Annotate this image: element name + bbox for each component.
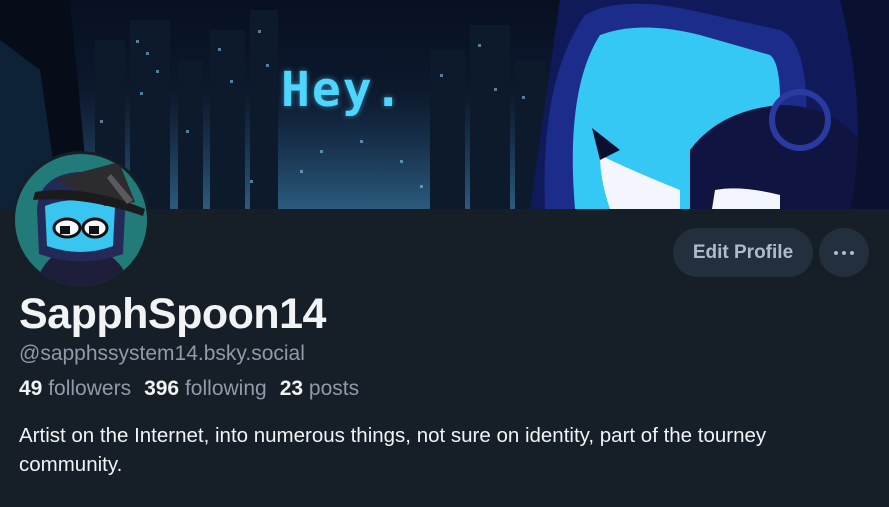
avatar[interactable] — [12, 151, 150, 289]
more-options-button[interactable] — [819, 228, 869, 277]
posts-count: 23 — [279, 377, 304, 400]
profile-header: Hey. Edit Profile SapphSpoon14 @sapphssy… — [0, 0, 889, 507]
posts-label: posts — [308, 377, 360, 400]
following-link[interactable]: 396 following — [144, 377, 267, 401]
banner-text: Hey. — [281, 62, 405, 118]
following-label: following — [184, 377, 267, 400]
profile-bio: Artist on the Internet, into numerous th… — [19, 424, 767, 476]
followers-label: followers — [48, 377, 132, 400]
avatar-image — [15, 154, 147, 286]
posts-stat: 23 posts — [280, 377, 359, 401]
following-count: 396 — [144, 377, 180, 400]
ellipsis-icon — [834, 250, 854, 255]
edit-profile-button[interactable]: Edit Profile — [673, 228, 813, 277]
followers-link[interactable]: 49 followers — [19, 377, 131, 401]
display-name: SapphSpoon14 — [19, 290, 326, 338]
profile-stats: 49 followers 396 following 23 posts — [19, 377, 359, 401]
profile-handle: @sapphssystem14.bsky.social — [19, 342, 305, 365]
followers-count: 49 — [19, 377, 43, 400]
